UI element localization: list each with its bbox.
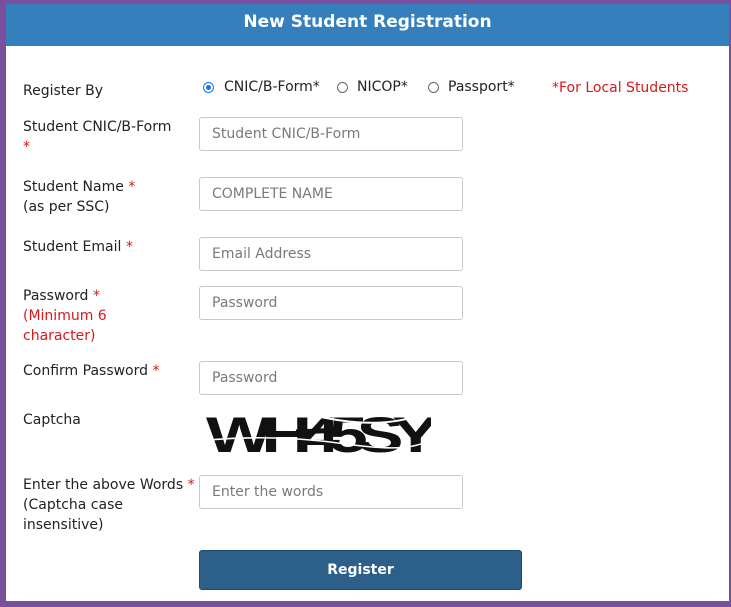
password-min-note-2: character) (23, 328, 96, 344)
radio-nicop-label: NICOP* (357, 79, 408, 95)
confirm-password-input[interactable] (199, 361, 463, 395)
name-sub-label: (as per SSC) (23, 199, 110, 215)
required-marker: * (152, 363, 160, 379)
required-marker: * (23, 139, 30, 155)
radio-passport[interactable] (428, 82, 439, 93)
required-marker: * (125, 239, 133, 255)
confirm-label-text: Confirm Password (23, 363, 149, 379)
radio-nicop[interactable] (337, 82, 348, 93)
words-label-text: Enter the above Words (23, 477, 184, 493)
email-input[interactable] (199, 237, 463, 271)
confirm-password-label: Confirm Password * (23, 361, 159, 381)
password-label-text: Password (23, 288, 89, 304)
name-input[interactable] (199, 177, 463, 211)
radio-passport-label: Passport* (448, 79, 515, 95)
register-by-label: Register By (23, 83, 103, 99)
cnic-input[interactable] (199, 117, 463, 151)
radio-cnic-label: CNIC/B-Form* (224, 79, 320, 95)
radio-cnic[interactable] (203, 82, 214, 93)
words-sub-2: insensitive) (23, 517, 104, 533)
cnic-label-text: Student CNIC/B-Form (23, 119, 172, 135)
local-students-note: *For Local Students (552, 80, 689, 96)
required-marker: * (92, 288, 100, 304)
required-marker: * (128, 179, 136, 195)
register-button[interactable]: Register (199, 550, 522, 590)
name-label: Student Name * (as per SSC) (23, 177, 135, 217)
words-sub-1: (Captcha case (23, 497, 123, 513)
password-input[interactable] (199, 286, 463, 320)
captcha-words-label: Enter the above Words * (Captcha case in… (23, 475, 195, 535)
captcha-image: WH45SY (206, 407, 431, 460)
required-marker: * (187, 477, 195, 493)
captcha-input[interactable] (199, 475, 463, 509)
cnic-label: Student CNIC/B-Form * (23, 117, 171, 157)
page-title: New Student Registration (6, 4, 729, 46)
password-min-note: (Minimum 6 (23, 308, 107, 324)
email-label-text: Student Email (23, 239, 122, 255)
email-label: Student Email * (23, 237, 133, 257)
bottom-frame-bar (0, 601, 731, 607)
captcha-label: Captcha (23, 412, 81, 428)
registration-panel: New Student Registration Register By CNI… (6, 4, 729, 607)
name-label-text: Student Name (23, 179, 124, 195)
password-label: Password * (Minimum 6 character) (23, 286, 107, 346)
